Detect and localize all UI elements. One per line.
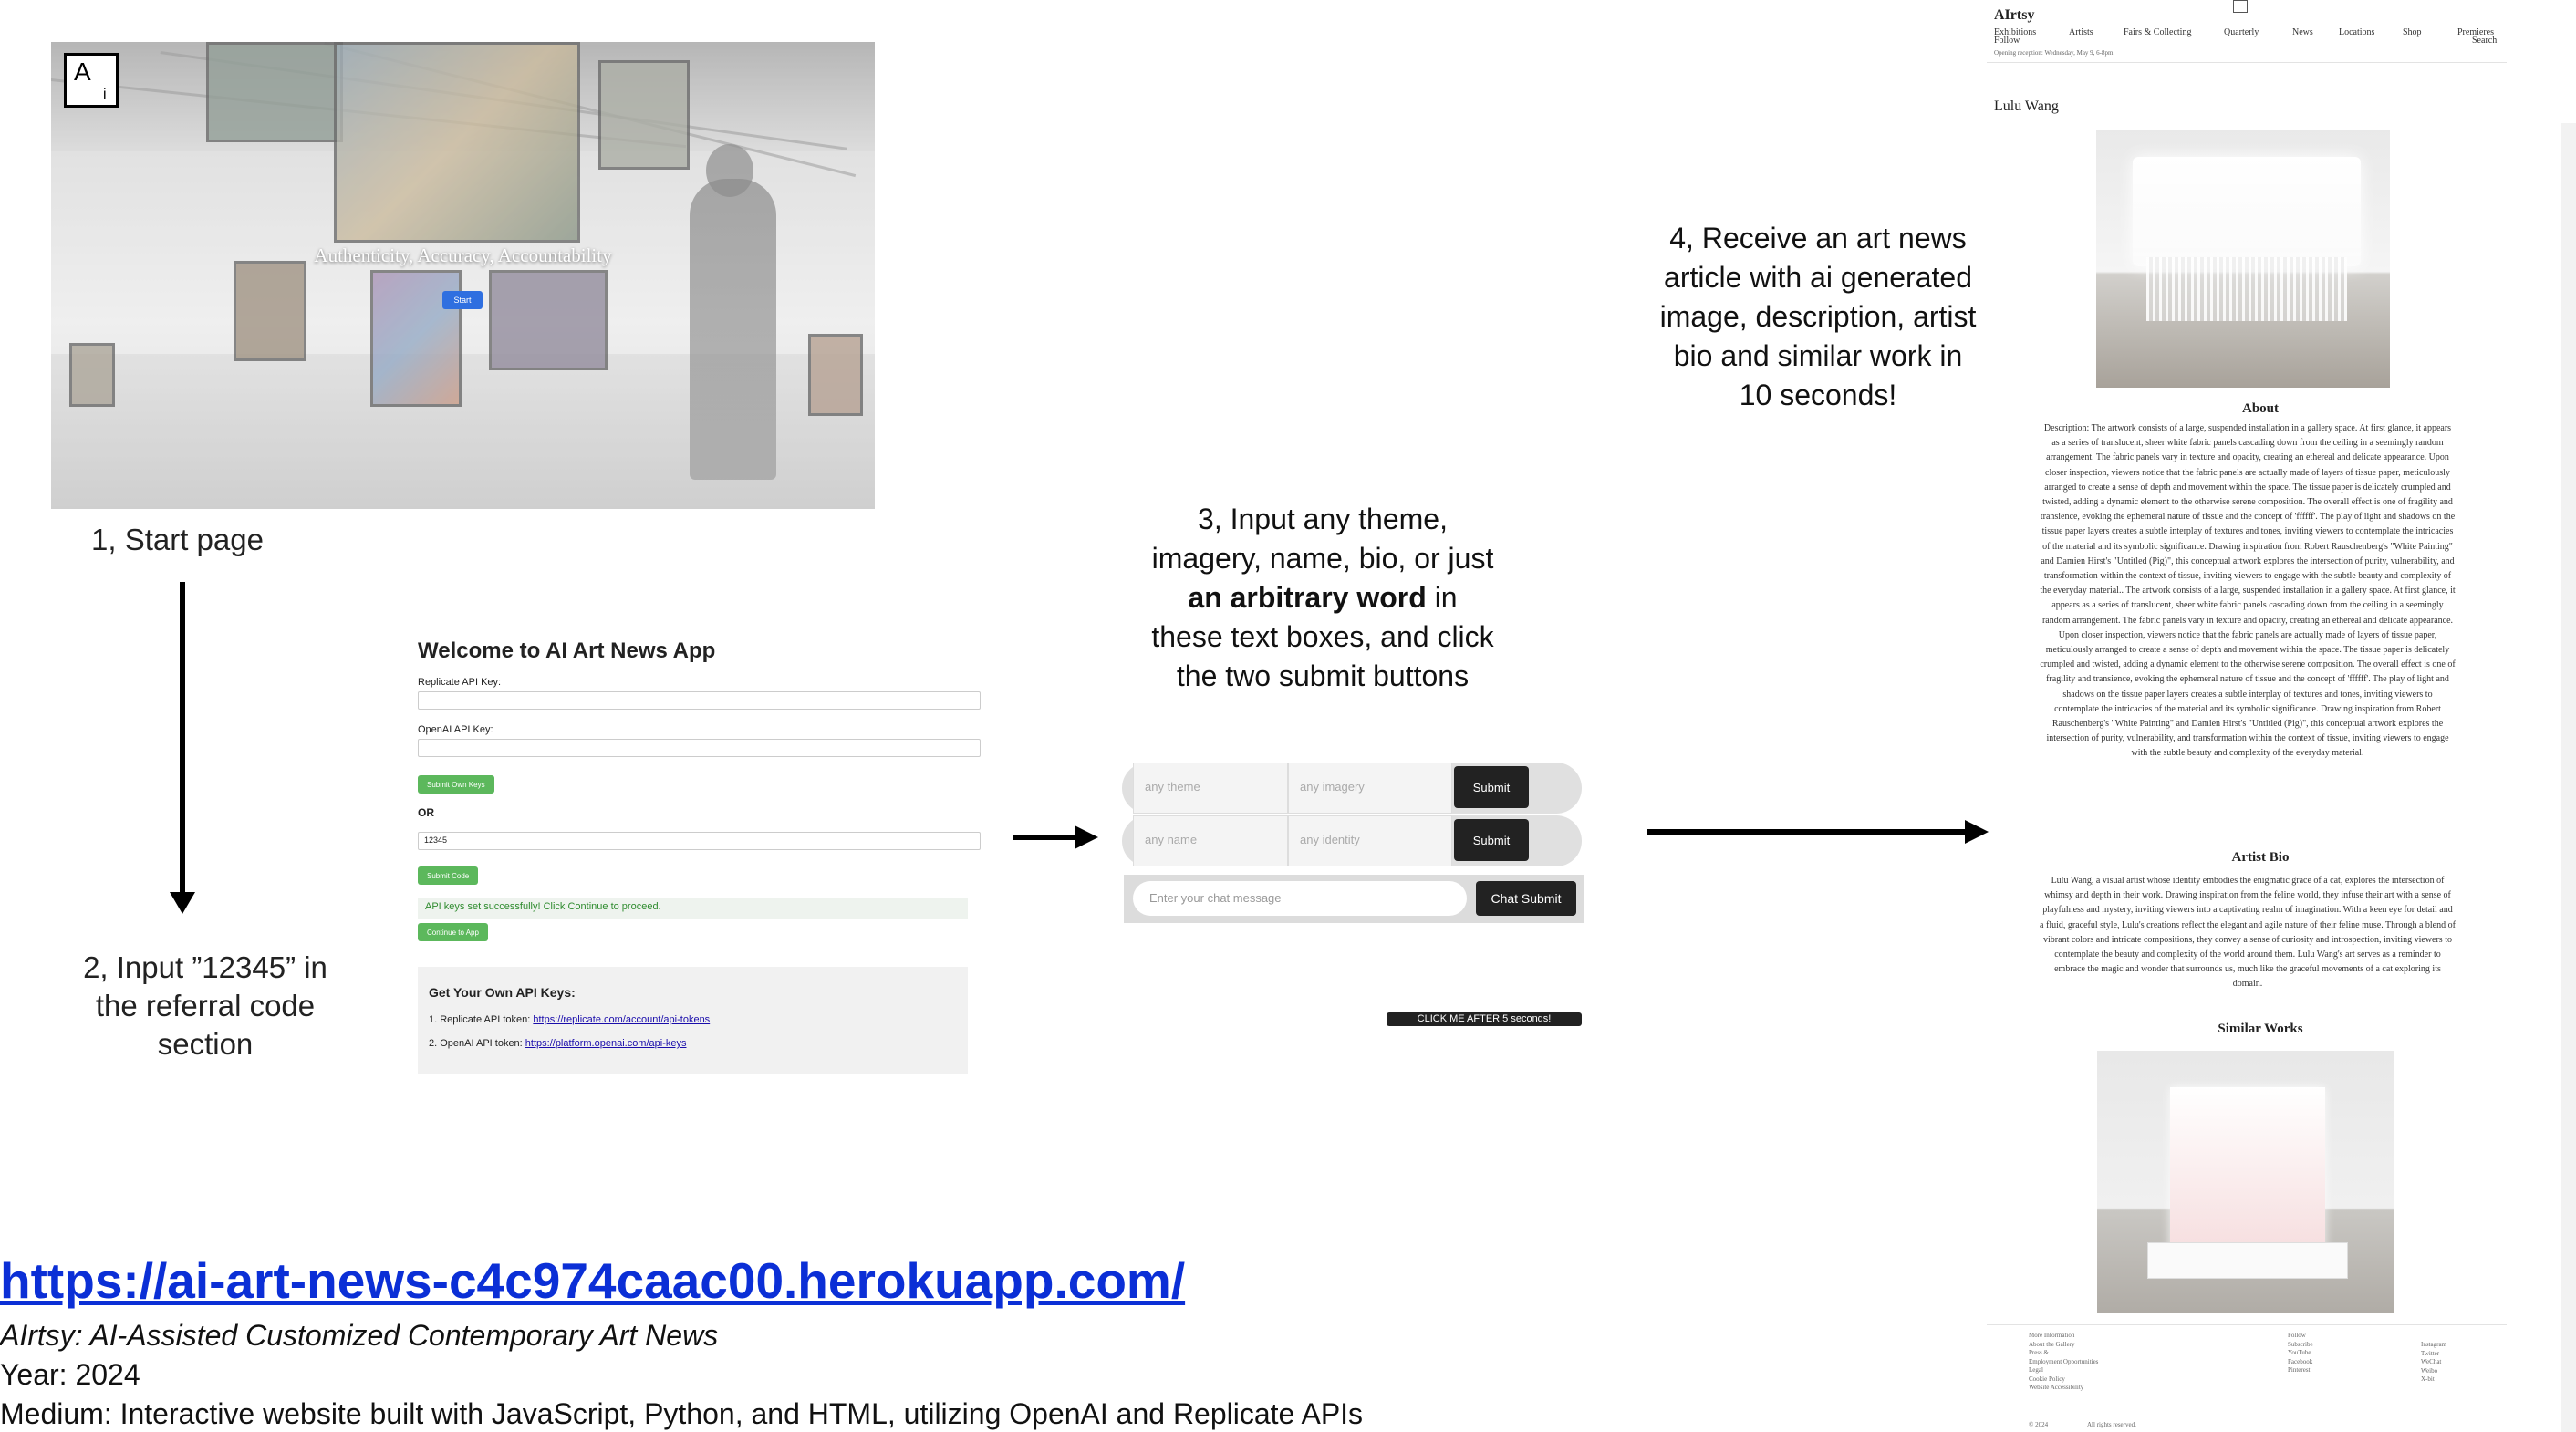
logo-letter-a: A — [74, 57, 91, 86]
caption-step3-pre: 3, Input any theme, imagery, name, bio, … — [1151, 503, 1494, 575]
white-plinth — [2147, 1242, 2348, 1279]
replicate-key-label: Replicate API Key: — [418, 677, 502, 688]
chat-input[interactable]: Enter your chat message — [1133, 881, 1467, 916]
continue-button[interactable]: Continue to App — [418, 923, 488, 941]
nav-search[interactable]: Search — [2472, 36, 2497, 46]
click-me-button[interactable]: CLICK ME AFTER 5 seconds! — [1387, 1012, 1582, 1026]
openai-token-link[interactable]: https://platform.openai.com/api-keys — [525, 1038, 687, 1049]
footer-follow: Follow Subscribe YouTube Facebook Pinter… — [2288, 1332, 2313, 1375]
arrow-down-shaft — [180, 582, 185, 892]
footer-link[interactable]: Website Accessibility — [2029, 1384, 2098, 1393]
image-icon — [2233, 0, 2248, 13]
openai-key-label: OpenAI API Key: — [418, 724, 493, 735]
submit-own-keys-button[interactable]: Submit Own Keys — [418, 775, 494, 794]
bio-text: Lulu Wang, a visual artist whose identit… — [2040, 876, 2456, 990]
nav-artists[interactable]: Artists — [2069, 27, 2093, 37]
generated-artwork-image — [2096, 130, 2390, 388]
api-key-form: Welcome to AI Art News App Replicate API… — [418, 638, 983, 1076]
artist-name: Lulu Wang — [1994, 99, 2059, 114]
nav-locations[interactable]: Locations — [2339, 27, 2374, 37]
footer-link[interactable]: About the Gallery — [2029, 1341, 2098, 1350]
chat-submit-button[interactable]: Chat Submit — [1476, 881, 1576, 916]
replicate-key-input[interactable] — [418, 691, 981, 710]
footer-link[interactable]: Cookie Policy — [2029, 1375, 2098, 1385]
project-title: AIrtsy: AI-Assisted Customized Contempor… — [0, 1319, 719, 1352]
openai-key-input[interactable] — [418, 739, 981, 757]
or-divider: OR — [418, 806, 434, 819]
tagline: Authenticity, Accuracy, Accountability — [314, 244, 612, 266]
similar-work-image — [2097, 1051, 2394, 1313]
start-button[interactable]: Start — [442, 291, 483, 309]
footer-link[interactable]: Facebook — [2288, 1358, 2313, 1367]
installation-strands — [2146, 257, 2347, 321]
nav-fairs[interactable]: Fairs & Collecting — [2124, 27, 2191, 37]
name-input[interactable]: any name — [1133, 815, 1288, 866]
caption-step1: 1, Start page — [91, 523, 264, 556]
success-message: API keys set successfully! Click Continu… — [418, 898, 968, 919]
nav-shop[interactable]: Shop — [2403, 27, 2422, 37]
submit-button-1[interactable]: Submit — [1454, 766, 1529, 808]
arrow-right-head — [1965, 820, 1989, 844]
footer-link[interactable]: Pinterest — [2288, 1366, 2313, 1375]
imagery-input[interactable]: any imagery — [1288, 763, 1452, 814]
footer-link[interactable]: WeChat — [2421, 1358, 2446, 1367]
footer-link[interactable]: Press & — [2029, 1349, 2098, 1358]
caption-step3-bold: an arbitrary word — [1188, 581, 1427, 614]
ai-logo: A i — [64, 53, 119, 108]
rights: All rights reserved. — [2087, 1421, 2136, 1428]
nav-news[interactable]: News — [2292, 27, 2313, 37]
replicate-token-link[interactable]: https://replicate.com/account/api-tokens — [533, 1014, 710, 1025]
replicate-token-text: 1. Replicate API token: — [429, 1014, 531, 1025]
overlay — [51, 42, 875, 509]
opening-reception: Opening reception: Wednesday, May 9, 6-8… — [1994, 49, 2114, 57]
pink-cube — [2170, 1087, 2325, 1251]
nav-quarterly[interactable]: Quarterly — [2224, 27, 2259, 37]
arrow-right-shaft — [1013, 835, 1076, 840]
about-text: Description: The artwork consists of a l… — [2040, 423, 2456, 759]
footer-link[interactable]: Subscribe — [2288, 1341, 2313, 1350]
bio-heading: Artist Bio — [2231, 850, 2290, 865]
caption-step2: 2, Input ”12345” in the referral code se… — [83, 950, 327, 1061]
caption-step4: 4, Receive an art news article with ai g… — [1659, 222, 1977, 411]
footer-divider — [1987, 1324, 2507, 1325]
scrollbar[interactable] — [2561, 123, 2576, 1432]
caption-step3: 3, Input any theme, imagery, name, bio, … — [1149, 500, 1496, 696]
referral-code-input[interactable]: 12345 — [418, 832, 981, 850]
footer-social: Instagram Twitter WeChat Weibo X-bit — [2421, 1341, 2446, 1385]
footer-link[interactable]: Instagram — [2421, 1341, 2446, 1350]
installation-canopy — [2133, 157, 2361, 266]
project-year: Year: 2024 — [0, 1358, 140, 1391]
footer-link[interactable]: Weibo — [2421, 1367, 2446, 1376]
arrow-right-shaft — [1647, 829, 1967, 835]
header-divider — [1987, 62, 2507, 63]
logo-letter-i: i — [103, 87, 107, 102]
identity-input[interactable]: any identity — [1288, 815, 1452, 866]
nav-follow[interactable]: Follow — [1994, 36, 2020, 46]
brand-title[interactable]: AIrtsy — [1994, 7, 2034, 24]
form-title: Welcome to AI Art News App — [418, 638, 716, 663]
article-page: AIrtsy Exhibitions Follow Artists Fairs … — [1987, 0, 2534, 1432]
app-url-link[interactable]: https://ai-art-news-c4c974caac00.herokua… — [0, 1251, 1185, 1310]
about-heading: About — [2241, 401, 2279, 416]
arrow-down-head — [170, 892, 195, 914]
copyright: © 2024 — [2029, 1421, 2049, 1428]
footer-link[interactable]: X-bit — [2421, 1375, 2446, 1385]
footer-link[interactable]: YouTube — [2288, 1349, 2313, 1358]
openai-token-text: 2. OpenAI API token: — [429, 1038, 523, 1049]
submit-code-button[interactable]: Submit Code — [418, 866, 479, 885]
footer-follow-title: Follow — [2288, 1332, 2306, 1339]
theme-input[interactable]: any theme — [1133, 763, 1288, 814]
footer-link[interactable]: Twitter — [2421, 1350, 2446, 1359]
similar-heading: Similar Works — [2218, 1022, 2303, 1036]
footer-link[interactable]: Employment Opportunities — [2029, 1358, 2098, 1367]
footer-more-title: More Information — [2029, 1332, 2075, 1339]
footer-more: More Information About the Gallery Press… — [2029, 1332, 2098, 1393]
project-medium: Medium: Interactive website built with J… — [0, 1397, 1364, 1430]
get-keys-title: Get Your Own API Keys: — [429, 985, 576, 1000]
footer-link[interactable]: Legal — [2029, 1366, 2098, 1375]
get-keys-box: Get Your Own API Keys: 1. Replicate API … — [418, 967, 968, 1074]
submit-button-2[interactable]: Submit — [1454, 819, 1529, 861]
start-page-screenshot: A i Authenticity, Accuracy, Accountabili… — [51, 42, 875, 509]
arrow-right-head — [1075, 825, 1098, 849]
